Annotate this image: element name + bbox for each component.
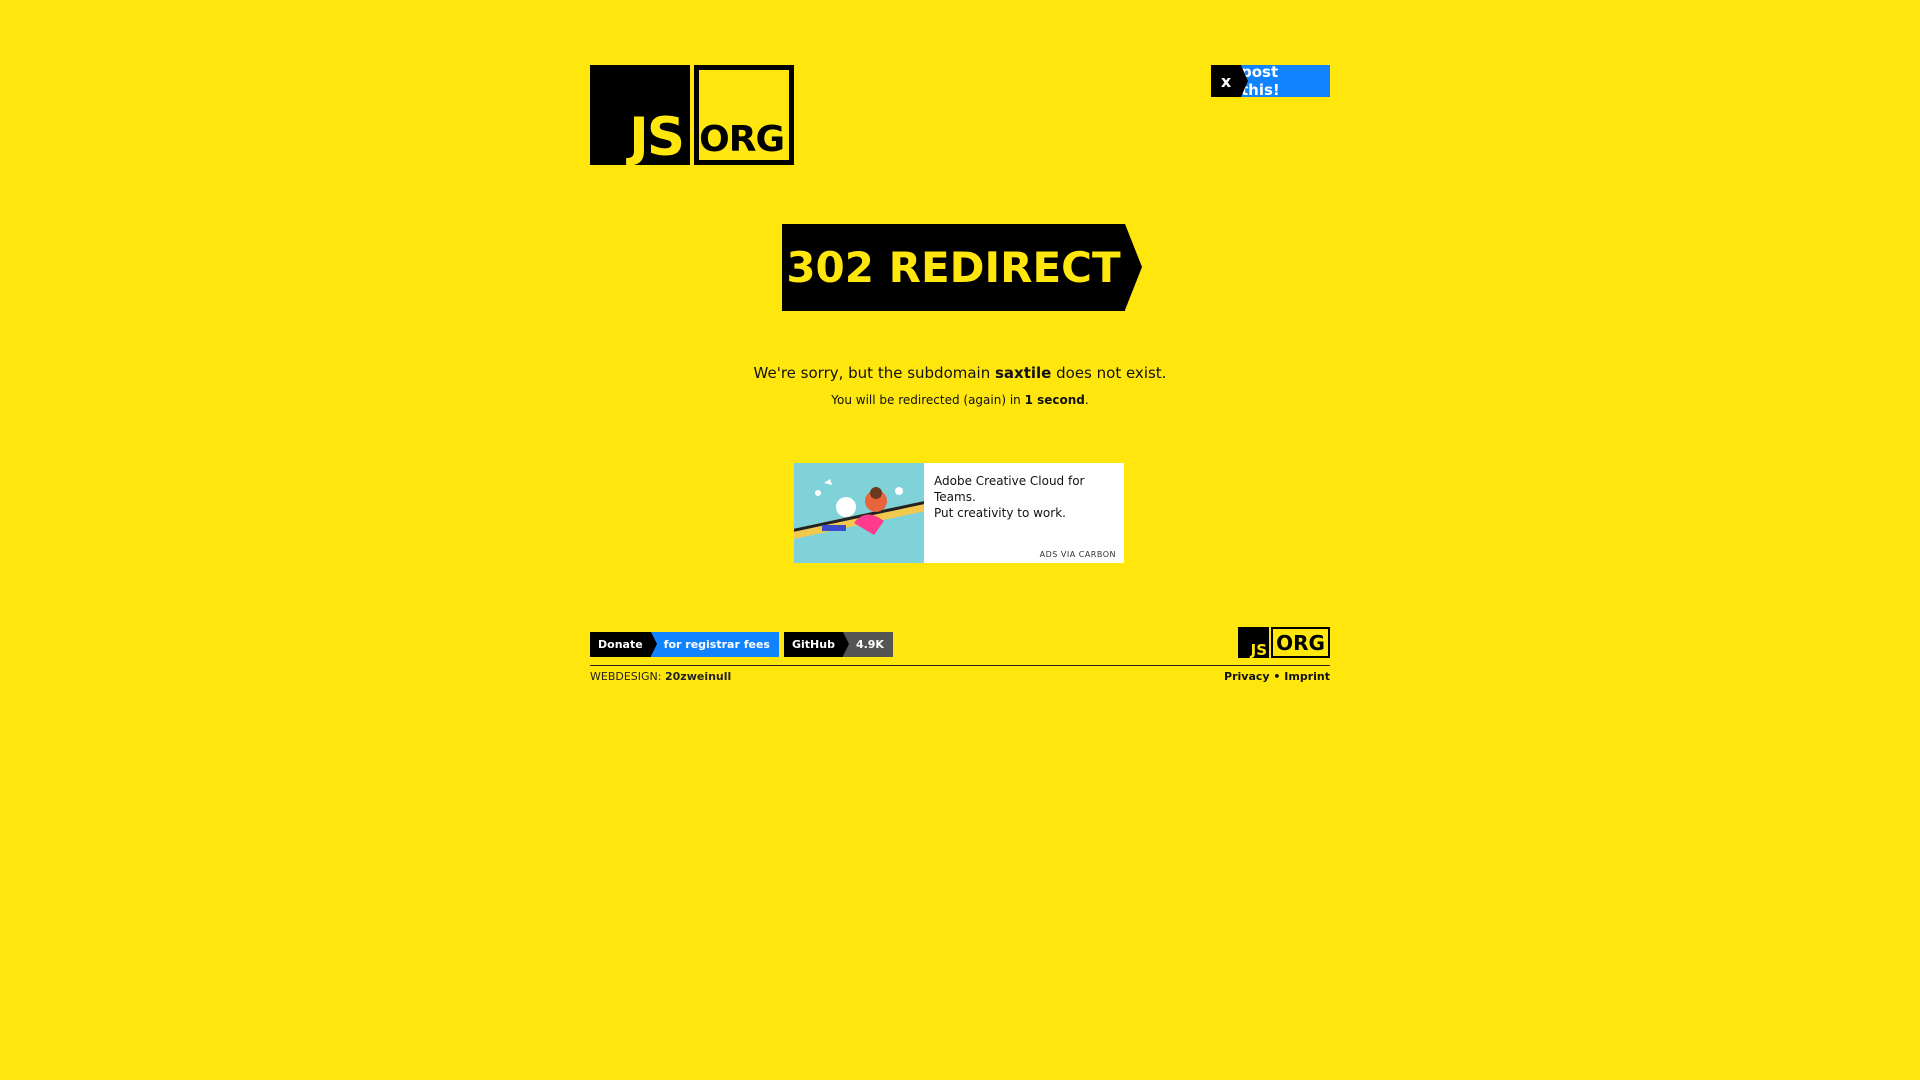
title-banner: 302 REDIRECT bbox=[782, 224, 1142, 311]
privacy-link[interactable]: Privacy bbox=[1224, 670, 1270, 683]
post-this-label: post this! bbox=[1241, 63, 1330, 99]
error-message: We're sorry, but the subdomain saxtile d… bbox=[753, 364, 1167, 382]
github-badge[interactable]: GitHub 4.9K bbox=[783, 632, 893, 657]
x-icon: x bbox=[1211, 65, 1248, 97]
github-star-count: 4.9K bbox=[842, 632, 893, 657]
logo-js-text: JS bbox=[629, 107, 685, 168]
redirect-countdown: 1 second bbox=[1024, 393, 1085, 407]
footer-divider bbox=[590, 665, 1330, 666]
subdomain-name: saxtile bbox=[995, 364, 1052, 382]
donate-badge[interactable]: Donate for registrar fees bbox=[590, 632, 779, 657]
page-title: 302 REDIRECT bbox=[786, 243, 1121, 292]
webdesign-credit: WEBDESIGN: 20zweinull bbox=[590, 670, 732, 683]
logo-org-text: ORG bbox=[699, 119, 785, 160]
logo-js-block: JS bbox=[590, 65, 690, 165]
ads-via-carbon-link[interactable]: ADS VIA CARBON bbox=[1040, 550, 1116, 559]
post-this-button[interactable]: x post this! bbox=[1211, 63, 1330, 99]
ad-image[interactable] bbox=[794, 463, 924, 563]
webdesign-link[interactable]: 20zweinull bbox=[665, 670, 731, 683]
imprint-link[interactable]: Imprint bbox=[1284, 670, 1330, 683]
jsorg-logo[interactable]: JS ORG bbox=[590, 65, 795, 165]
footer-jsorg-logo[interactable]: JS ORG bbox=[1238, 627, 1330, 658]
carbon-ad[interactable]: Adobe Creative Cloud for Teams. Put crea… bbox=[794, 463, 1124, 563]
ad-text[interactable]: Adobe Creative Cloud for Teams. Put crea… bbox=[934, 473, 1114, 521]
footer-badges: Donate for registrar fees GitHub 4.9K bbox=[590, 632, 898, 657]
redirect-message: You will be redirected (again) in 1 seco… bbox=[831, 393, 1089, 407]
footer-legal-links: Privacy • Imprint bbox=[1224, 670, 1330, 683]
logo-org-block: ORG bbox=[694, 65, 794, 165]
